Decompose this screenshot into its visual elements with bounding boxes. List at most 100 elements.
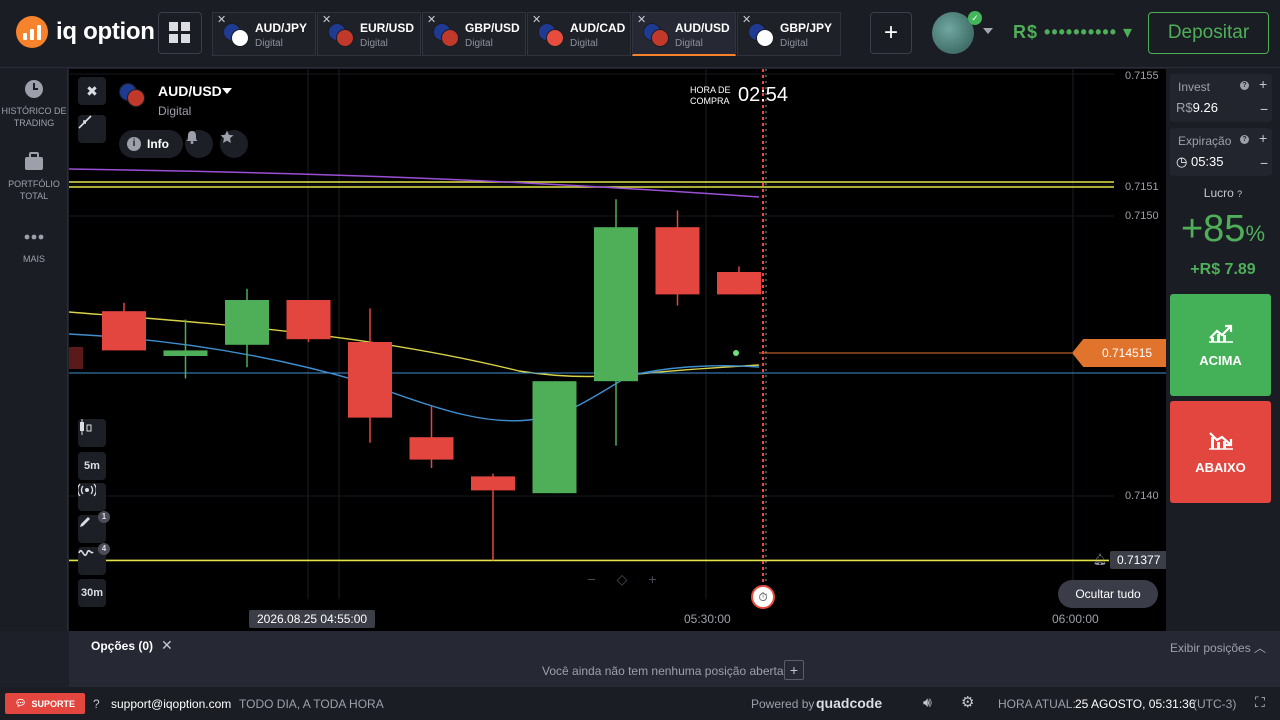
alert-level-tag[interactable]: 0.71377: [1110, 551, 1166, 569]
nav-label: HISTÓRICO DE TRADING: [1, 106, 67, 128]
candle-body: [471, 476, 515, 491]
current-time-value: 25 AGOSTO, 05:31:36: [1075, 697, 1196, 711]
footer: 💬︎ SUPORTE ? support@iqoption.com TODO D…: [0, 687, 1280, 720]
help-icon[interactable]: ?: [1237, 189, 1242, 199]
positions-title[interactable]: Opções (0): [91, 639, 153, 653]
price-axis-label: 0.7140: [1125, 490, 1159, 502]
invest-field[interactable]: Invest ? + R$9.26 −: [1170, 74, 1272, 122]
chart-type-icon[interactable]: [78, 419, 106, 447]
trend-up-icon: [1208, 324, 1233, 343]
candle-body: [348, 342, 392, 418]
nav-more[interactable]: MAIS: [0, 227, 68, 265]
asset-tab[interactable]: ✕ AUD/CAD Digital: [527, 12, 631, 56]
price-chart[interactable]: ✖ AUD/USD Digital i Info HORA DE COMPRA …: [69, 69, 1166, 631]
currency-flag-icon: [223, 23, 249, 47]
briefcase-icon: [25, 152, 43, 170]
interval-button[interactable]: 30m: [78, 579, 106, 607]
time-axis-label: 05:30:00: [684, 612, 731, 626]
verified-check-icon: ✓: [968, 11, 982, 25]
expiry-increase-button[interactable]: +: [1259, 130, 1267, 146]
drawing-count-badge: 1: [98, 511, 110, 523]
tab-type: Digital: [570, 38, 598, 49]
zoom-in-icon[interactable]: +: [648, 571, 656, 593]
nav-trading-history[interactable]: HISTÓRICO DE TRADING: [0, 79, 68, 129]
current-price-tag: 0.714515: [1072, 339, 1166, 367]
invest-increase-button[interactable]: +: [1259, 76, 1267, 92]
asset-tab[interactable]: ✕ GBP/USD Digital: [422, 12, 526, 56]
positions-empty-text: Você ainda não tem nenhuma posição abert…: [542, 664, 784, 678]
invest-value[interactable]: R$9.26: [1176, 100, 1218, 115]
purchase-time-label: HORA DE COMPRA: [690, 84, 731, 106]
asset-tab[interactable]: ✕ AUD/USD Digital: [632, 12, 736, 56]
profit-percent-sign: %: [1245, 221, 1266, 246]
asset-grid-button[interactable]: [158, 12, 202, 54]
asset-tab[interactable]: ✕ GBP/JPY Digital: [737, 12, 841, 56]
help-icon[interactable]: ?: [1240, 81, 1249, 90]
indicators-icon[interactable]: 4: [78, 543, 110, 575]
invest-decrease-button[interactable]: −: [1260, 101, 1268, 117]
support-button[interactable]: 💬︎ SUPORTE: [5, 693, 85, 714]
brand-name: iq option: [56, 18, 155, 45]
brand-logo[interactable]: iq option: [16, 16, 155, 48]
indicator-count-badge: 4: [98, 543, 110, 555]
close-icon[interactable]: ✖: [78, 77, 106, 105]
chat-icon: 💬︎: [15, 698, 27, 708]
collapse-icon[interactable]: [78, 115, 106, 143]
tab-pair: AUD/CAD: [570, 21, 626, 35]
current-price-dot: [733, 350, 739, 356]
star-icon[interactable]: [220, 130, 248, 158]
add-asset-button[interactable]: +: [870, 12, 912, 54]
asset-tab[interactable]: ✕ EUR/USD Digital: [317, 12, 421, 56]
deposit-button[interactable]: Depositar: [1148, 12, 1269, 54]
currency-flag-icon: [643, 23, 669, 47]
zoom-out-icon[interactable]: −: [587, 571, 595, 593]
expiry-field[interactable]: Expiração ? + ◷ 05:35 −: [1170, 128, 1272, 176]
nav-label: PORTFÓLIO TOTAL: [8, 179, 60, 201]
zoom-controls: − ◇ +: [577, 571, 667, 593]
close-icon[interactable]: ✕: [161, 637, 173, 654]
expiry-decrease-button[interactable]: −: [1260, 155, 1268, 171]
support-email[interactable]: support@iqoption.com: [111, 697, 231, 711]
hide-all-button[interactable]: Ocultar tudo: [1058, 580, 1158, 608]
timezone: (UTC-3): [1193, 697, 1237, 711]
tab-type: Digital: [255, 38, 283, 49]
signal-icon[interactable]: [78, 483, 106, 511]
asset-name[interactable]: AUD/USD: [158, 83, 222, 99]
call-button[interactable]: ACIMA: [1170, 294, 1271, 396]
support-label: SUPORTE: [31, 698, 75, 709]
account-balance[interactable]: R$ •••••••••• ▾: [1013, 22, 1133, 43]
gear-icon[interactable]: ⚙: [961, 693, 974, 711]
pencil-icon[interactable]: 1: [78, 511, 110, 543]
price-axis-label: 0.7150: [1125, 210, 1159, 222]
volume-icon[interactable]: 🔊︎: [923, 694, 932, 711]
timeframe-button[interactable]: 5m: [78, 452, 106, 480]
asset-type: Digital: [158, 104, 192, 118]
quadcode-logo[interactable]: quadcode: [816, 695, 882, 711]
currency-flag-icon: [748, 23, 774, 47]
asset-tab[interactable]: ✕ AUD/JPY Digital: [212, 12, 316, 56]
put-button[interactable]: ABAIXO: [1170, 401, 1271, 503]
nav-portfolio[interactable]: PORTFÓLIO TOTAL: [0, 152, 68, 202]
grid-icon: [169, 22, 190, 43]
fullscreen-icon[interactable]: ⛶: [1255, 694, 1265, 711]
help-icon[interactable]: ?: [1240, 135, 1249, 144]
profit-percent-value: +85: [1180, 208, 1246, 250]
more-dots-icon: [24, 234, 44, 240]
expiry-timer-icon[interactable]: ⏱: [751, 585, 775, 609]
bell-icon[interactable]: 🔔︎: [1093, 553, 1107, 566]
chevron-down-icon[interactable]: [983, 28, 993, 34]
bell-icon[interactable]: [185, 130, 213, 158]
purchase-time: HORA DE COMPRA 02:54: [690, 84, 788, 107]
add-position-button[interactable]: +: [784, 660, 804, 680]
purchase-time-value: 02:54: [738, 84, 789, 106]
currency-flag-icon: [328, 23, 354, 47]
chevron-down-icon[interactable]: [222, 88, 232, 94]
info-button[interactable]: i Info: [119, 130, 183, 158]
expiry-value[interactable]: ◷ 05:35: [1176, 154, 1224, 170]
candle-body: [163, 350, 208, 356]
zoom-reset-icon[interactable]: ◇: [617, 571, 628, 593]
show-positions-link[interactable]: Exibir posições ︿: [1170, 639, 1266, 656]
invest-label: Invest: [1178, 80, 1211, 94]
clock-icon: [25, 80, 43, 98]
tab-type: Digital: [780, 38, 808, 49]
